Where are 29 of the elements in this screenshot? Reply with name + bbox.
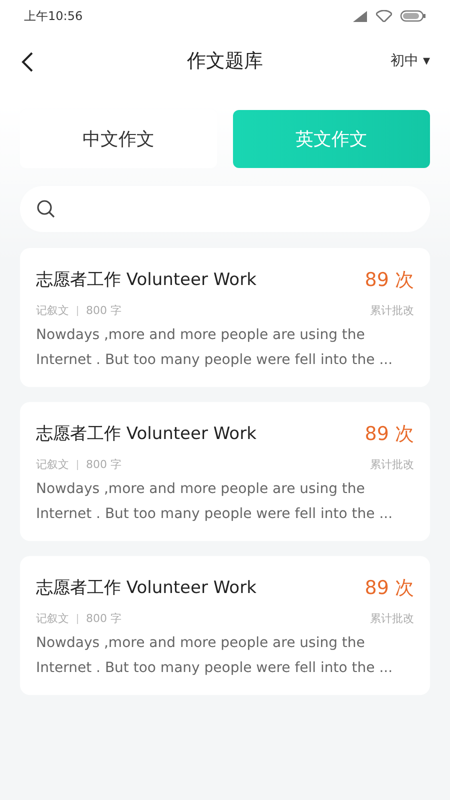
essay-title: 志愿者工作 Volunteer Work xyxy=(36,422,256,446)
correction-count: 89 次 xyxy=(364,576,414,601)
correction-count: 89 次 xyxy=(364,268,414,293)
essay-title: 志愿者工作 Volunteer Work xyxy=(36,268,256,292)
search-field[interactable] xyxy=(20,186,430,232)
count-label: 累计批改 xyxy=(370,302,414,318)
essay-genre: 记叙文 xyxy=(36,456,69,472)
essay-title: 志愿者工作 Volunteer Work xyxy=(36,576,256,600)
essay-card[interactable]: 志愿者工作 Volunteer Work 89 次 记叙文 800 字 累计批改 Nowdays ,more and more people are using the Internet . But too many people were fell into the ... xyxy=(20,402,430,541)
correction-count: 89 次 xyxy=(364,422,414,447)
page-title: 作文题库 xyxy=(187,48,263,74)
count-label: 累计批改 xyxy=(370,456,414,472)
search-icon xyxy=(36,199,56,219)
battery-icon xyxy=(400,10,426,22)
essay-excerpt: Nowdays ,more and more people are using the Internet . But too many people were fell into the ... xyxy=(36,634,394,678)
word-count: 800 字 xyxy=(86,456,122,472)
essay-excerpt: Nowdays ,more and more people are using the Internet . But too many people were fell into the ... xyxy=(36,326,394,370)
count-label: 累计批改 xyxy=(370,610,414,626)
grade-dropdown[interactable]: 初中 ▾ xyxy=(390,50,430,72)
essay-card[interactable]: 志愿者工作 Volunteer Work 89 次 记叙文 800 字 累计批改 Nowdays ,more and more people are using the Internet . But too many people were fell into the ... xyxy=(20,248,430,387)
essay-genre: 记叙文 xyxy=(36,302,69,318)
essay-excerpt: Nowdays ,more and more people are using the Internet . But too many people were fell into the ... xyxy=(36,480,394,524)
word-count: 800 字 xyxy=(86,610,122,626)
wifi-icon xyxy=(376,10,392,22)
status-time: 上午10:56 xyxy=(24,8,83,25)
signal-icon xyxy=(352,10,368,22)
word-count: 800 字 xyxy=(86,302,122,318)
essay-card[interactable]: 志愿者工作 Volunteer Work 89 次 记叙文 800 字 累计批改 Nowdays ,more and more people are using the Internet . But too many people were fell into the ... xyxy=(20,556,430,695)
essay-genre: 记叙文 xyxy=(36,610,69,626)
